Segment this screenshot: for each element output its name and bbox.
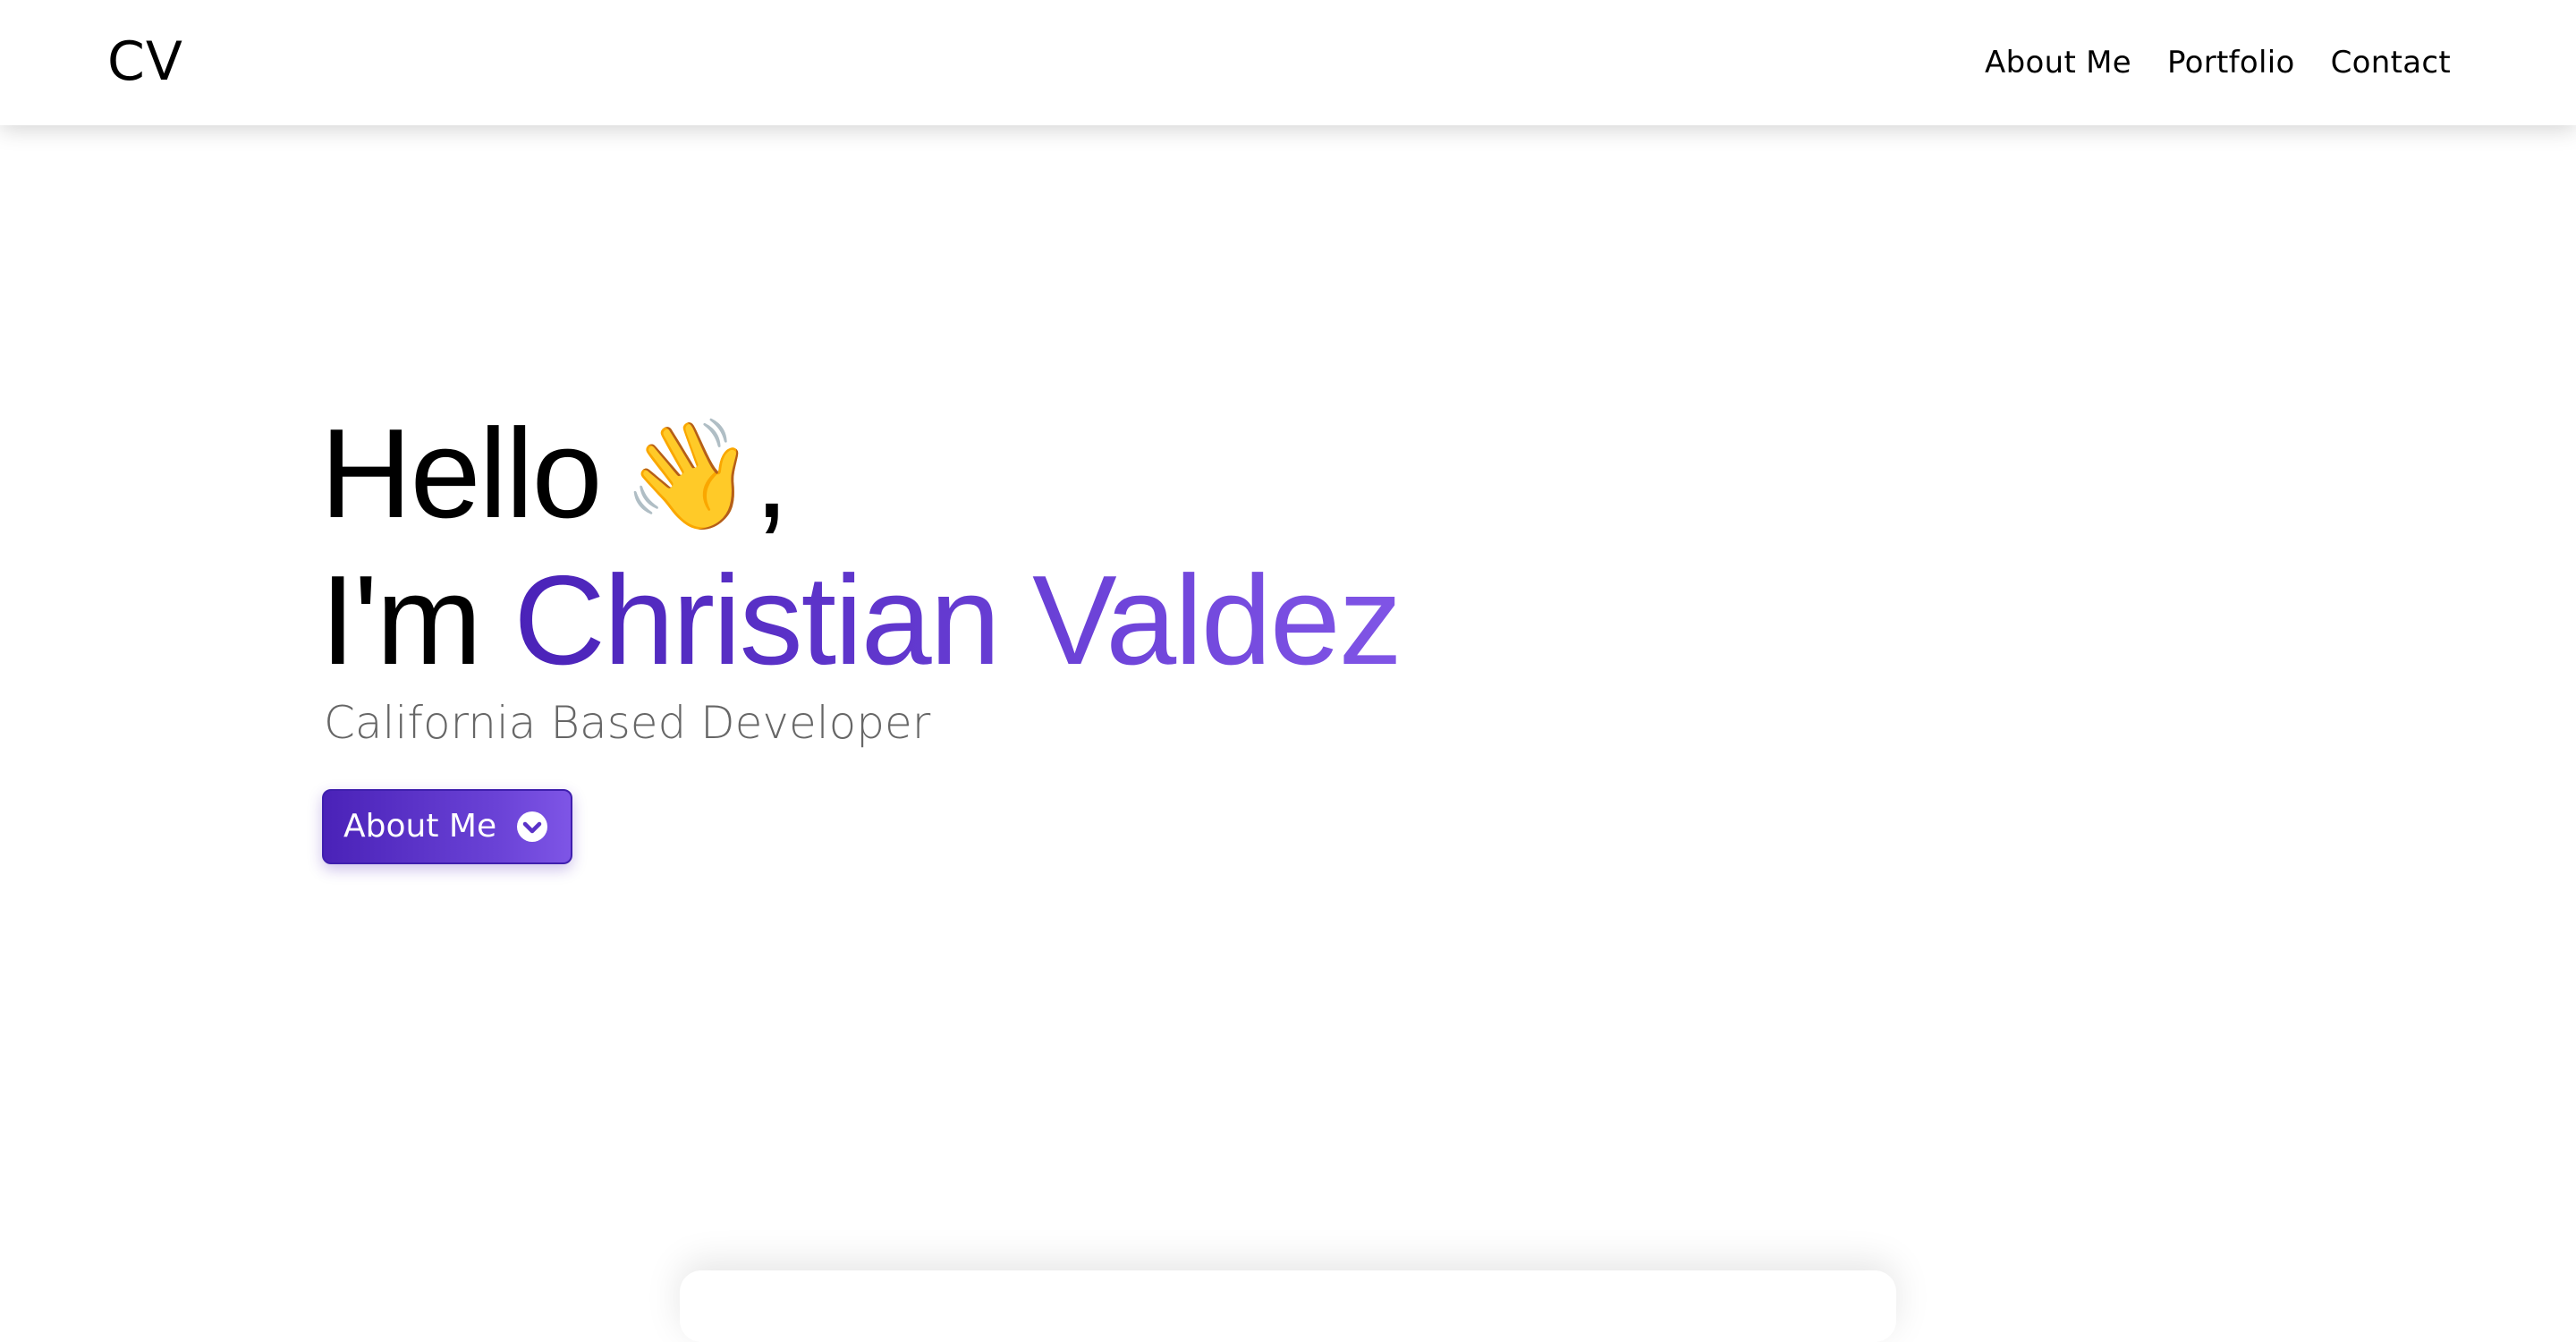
hero-section: Hello 👋, I'm Christian Valdez California … — [320, 403, 1402, 752]
next-section-card — [680, 1270, 1896, 1342]
about-me-button[interactable]: About Me — [322, 789, 572, 864]
hero-name: Christian Valdez — [513, 549, 1402, 692]
nav-link-portfolio[interactable]: Portfolio — [2167, 41, 2295, 84]
chevron-down-circle-icon — [516, 811, 548, 843]
about-me-button-label: About Me — [343, 808, 497, 845]
logo-link[interactable]: CV — [107, 30, 183, 93]
greeting-comma: , — [754, 403, 789, 545]
nav-link-about-me[interactable]: About Me — [1985, 41, 2131, 84]
nav-link-contact[interactable]: Contact — [2331, 41, 2451, 84]
waving-hand-icon: 👋 — [622, 415, 756, 535]
greeting-text: Hello — [320, 403, 603, 545]
hero-intro: I'm Christian Valdez — [320, 549, 1402, 692]
navbar: CV About Me Portfolio Contact — [0, 0, 2576, 125]
hero-subtitle: California Based Developer — [324, 697, 931, 749]
nav-links: About Me Portfolio Contact — [1985, 41, 2451, 84]
hero-greeting: Hello 👋, — [320, 403, 1401, 546]
intro-prefix: I'm — [320, 549, 482, 692]
